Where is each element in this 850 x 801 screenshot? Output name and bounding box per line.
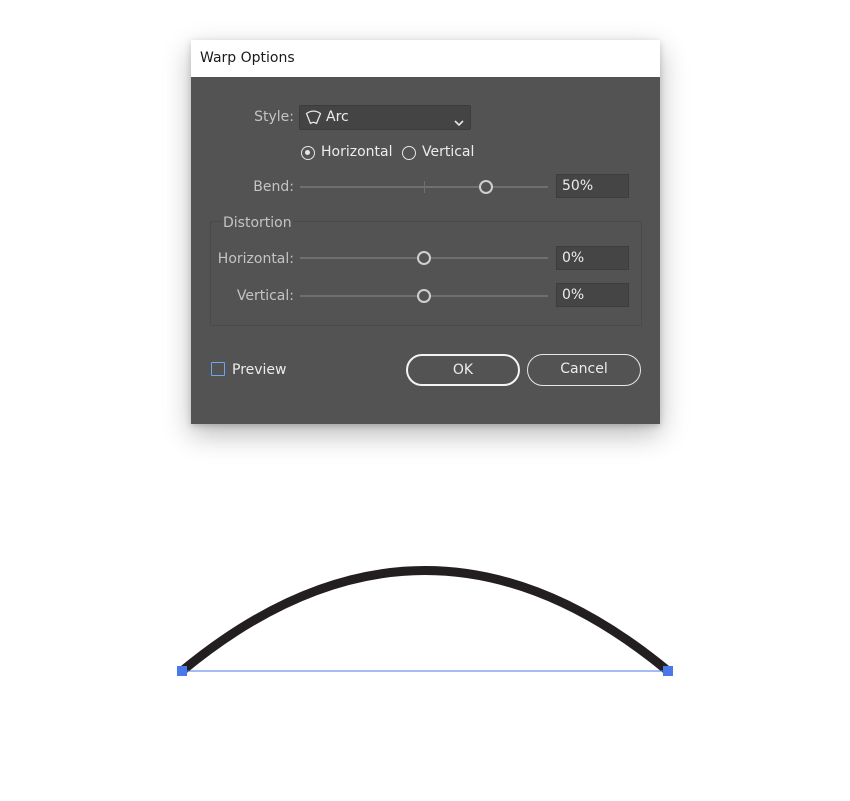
vertical-distortion-value: 0% [562, 287, 585, 303]
cancel-button[interactable]: Cancel [527, 354, 641, 386]
preview-checkbox[interactable] [211, 362, 225, 376]
radio-selected-icon [301, 146, 315, 160]
distortion-group-label: Distortion [222, 215, 293, 231]
chevron-down-icon [454, 114, 464, 132]
bend-label: Bend: [253, 179, 294, 195]
bend-value: 50% [562, 178, 594, 194]
vertical-radio[interactable]: Vertical [402, 144, 477, 164]
horizontal-radio-label: Horizontal [321, 144, 393, 160]
bend-slider-thumb[interactable] [479, 180, 493, 194]
dialog-title: Warp Options [200, 50, 295, 66]
arc-path[interactable] [179, 566, 671, 675]
distortion-horizontal-label: Horizontal: [217, 251, 294, 267]
horizontal-distortion-slider-thumb[interactable] [417, 251, 431, 265]
ok-button[interactable]: OK [406, 354, 520, 386]
horizontal-radio[interactable]: Horizontal [301, 144, 393, 164]
bend-field[interactable]: 50% [556, 174, 629, 198]
style-label: Style: [254, 109, 294, 125]
style-value: Arc [326, 109, 349, 125]
anchor-point-right[interactable] [663, 666, 673, 676]
preview-label[interactable]: Preview [232, 362, 287, 378]
bend-slider[interactable] [300, 179, 548, 195]
warp-options-dialog: Warp Options Style: Arc Horizontal Verti… [191, 40, 660, 424]
vertical-distortion-slider-thumb[interactable] [417, 289, 431, 303]
anchor-point-left[interactable] [177, 666, 187, 676]
vertical-radio-label: Vertical [422, 144, 475, 160]
vertical-distortion-slider[interactable] [300, 288, 548, 304]
horizontal-distortion-value: 0% [562, 250, 585, 266]
horizontal-distortion-slider[interactable] [300, 250, 548, 266]
artboard: Warp Options Style: Arc Horizontal Verti… [0, 0, 850, 801]
horizontal-distortion-field[interactable]: 0% [556, 246, 629, 270]
arc-icon [305, 110, 322, 131]
distortion-group [210, 221, 642, 326]
distortion-vertical-label: Vertical: [236, 288, 294, 304]
bend-slider-center-tick [424, 181, 425, 193]
dialog-titlebar[interactable]: Warp Options [191, 40, 660, 77]
style-select[interactable]: Arc [299, 105, 471, 130]
radio-unselected-icon [402, 146, 416, 160]
vertical-distortion-field[interactable]: 0% [556, 283, 629, 307]
